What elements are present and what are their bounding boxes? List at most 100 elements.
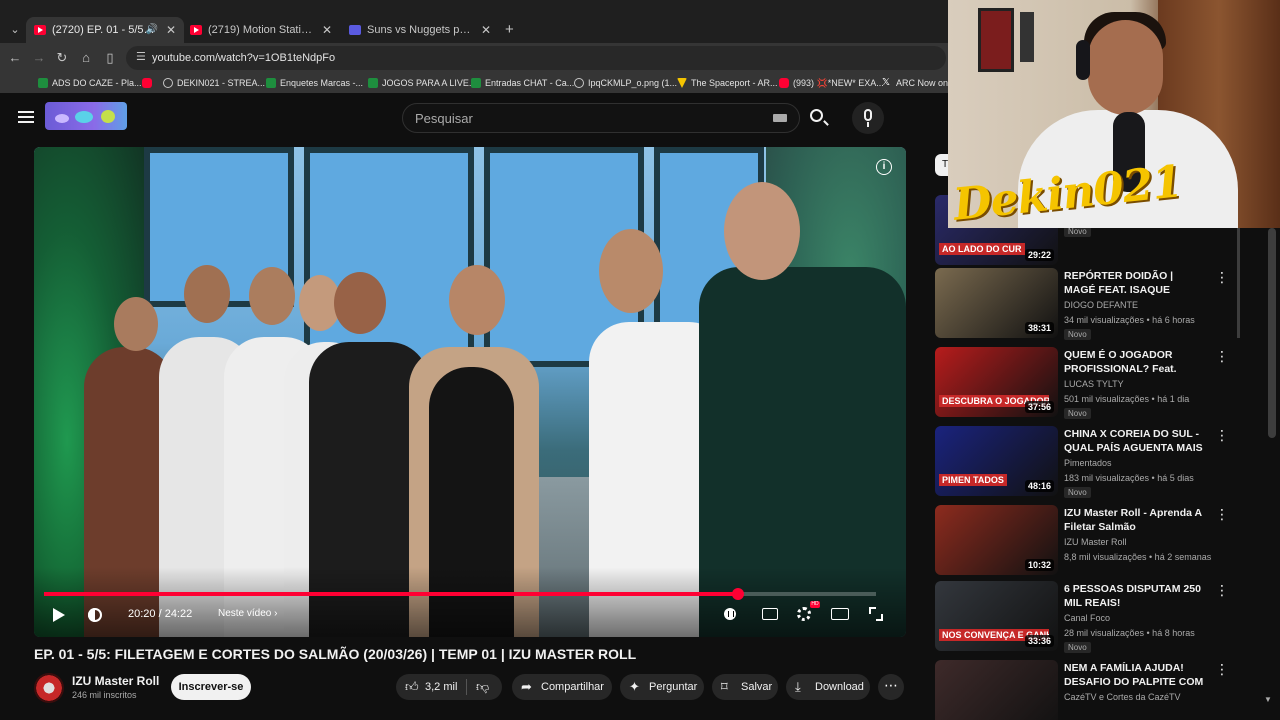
ask-button[interactable]: ✦ Perguntar: [620, 674, 704, 700]
recommendation-item[interactable]: NEM A FAMÍLIA AJUDA! DESAFIO DO PALPITE …: [935, 660, 1235, 720]
recommendation-channel[interactable]: Pimentados: [1064, 458, 1112, 468]
share-button[interactable]: ➦ Compartilhar: [512, 674, 612, 700]
more-options-icon[interactable]: ⋮: [1215, 507, 1229, 521]
video-thumbnail[interactable]: PIMEN TADOS 48:16: [935, 426, 1058, 496]
like-count[interactable]: 3,2 mil: [425, 674, 457, 700]
bookmark-item[interactable]: The Spaceport - AR...: [677, 73, 778, 93]
mute-button[interactable]: [82, 603, 106, 627]
sparkle-icon: ✦: [629, 679, 640, 694]
settings-button[interactable]: HD: [794, 601, 820, 623]
scroll-down-icon[interactable]: ▼: [1264, 695, 1272, 704]
bookmark-item[interactable]: ADS DO CAZE - Pla...: [38, 73, 142, 93]
more-actions-button[interactable]: ⋯: [878, 674, 904, 700]
ask-label: Perguntar: [649, 681, 698, 693]
autoplay-toggle[interactable]: [720, 605, 740, 623]
tab-search-chevron-icon[interactable]: ⌄: [4, 19, 26, 41]
tab-motion-station[interactable]: (2719) Motion Station - YouTube ✕: [182, 17, 340, 43]
head: [249, 267, 295, 325]
recommendation-item[interactable]: PIMEN TADOS 48:16 CHINA X COREIA DO SUL - …: [935, 426, 1235, 498]
play-button[interactable]: [46, 603, 70, 627]
spaceport-icon: [677, 78, 687, 88]
home-icon[interactable]: ⌂: [77, 49, 95, 67]
dislike-icon[interactable]: 👎︎: [476, 674, 489, 700]
info-icon[interactable]: i: [876, 159, 892, 175]
video-thumbnail[interactable]: DESCUBRA O JOGADOR 37:56: [935, 347, 1058, 417]
speaker-icon[interactable]: 🔊: [146, 17, 158, 43]
back-icon[interactable]: ←: [6, 49, 24, 67]
bookmark-item[interactable]: Entradas CHAT - Ca...: [471, 73, 574, 93]
subscribe-button[interactable]: Inscrever-se: [171, 674, 251, 700]
more-options-icon[interactable]: ⋮: [1215, 270, 1229, 284]
menu-icon[interactable]: [18, 111, 34, 123]
play-icon: [53, 608, 65, 622]
gear-icon: [797, 607, 811, 621]
sheets-icon: [368, 78, 378, 88]
recommendation-channel[interactable]: LUCAS TYLTY: [1064, 379, 1124, 389]
channel-avatar[interactable]: [34, 673, 64, 703]
recommendation-item[interactable]: NOS CONVENÇA E GANHE R$25033:366 PESSOAS…: [935, 581, 1235, 653]
close-icon[interactable]: ✕: [481, 17, 491, 43]
like-icon[interactable]: 👍︎: [405, 674, 419, 700]
more-options-icon[interactable]: ⋮: [1215, 428, 1229, 442]
search-button[interactable]: [801, 103, 835, 133]
recommendation-channel[interactable]: Canal Foco: [1064, 613, 1110, 623]
more-options-icon[interactable]: ⋮: [1215, 662, 1229, 676]
save-button[interactable]: ⌑ Salvar: [712, 674, 778, 700]
recommendation-item[interactable]: 10:32 IZU Master Roll - Aprenda A Filetar…: [935, 505, 1235, 577]
recommendation-channel[interactable]: IZU Master Roll: [1064, 537, 1127, 547]
reload-icon[interactable]: ↻: [53, 49, 71, 67]
recommendation-title[interactable]: CHINA X COREIA DO SUL - QUAL PAÍS AGUENT…: [1064, 427, 1204, 455]
bookmark-item[interactable]: DEKIN021 - STREA...: [163, 73, 265, 93]
video-thumbnail[interactable]: [935, 660, 1058, 720]
bookmark-item[interactable]: (993) 💢*NEW* EXA...: [779, 73, 884, 93]
bookmark-item[interactable]: JOGOS PARA A LIVE...: [368, 73, 476, 93]
more-options-icon[interactable]: ⋮: [1215, 349, 1229, 363]
search-input[interactable]: [415, 104, 755, 132]
more-options-icon[interactable]: ⋮: [1215, 583, 1229, 597]
keyboard-icon[interactable]: [773, 114, 787, 122]
channel-label: DIOGO DEFANTE: [1064, 300, 1139, 310]
scrubber-handle[interactable]: [731, 588, 744, 600]
forward-icon[interactable]: →: [30, 49, 48, 67]
close-icon[interactable]: ✕: [322, 17, 332, 43]
theater-mode-button[interactable]: [830, 605, 850, 623]
download-button[interactable]: ⤓ Download: [786, 674, 870, 700]
recommendation-title[interactable]: QUEM É O JOGADOR PROFISSIONAL? Feat. Lug…: [1064, 348, 1204, 376]
youtube-doodle-logo[interactable]: [45, 102, 127, 130]
video-thumbnail[interactable]: 10:32: [935, 505, 1058, 575]
bookmark-item[interactable]: 𝕏 ARC Now on X: [882, 73, 957, 93]
address-bar[interactable]: ☰ youtube.com/watch?v=1OB1teNdpFo: [126, 46, 946, 70]
tab-suns-nuggets[interactable]: Suns vs Nuggets pontuações & ✕: [341, 17, 499, 43]
recommendation-meta: 501 mil visualizações • há 1 dia: [1064, 394, 1190, 404]
close-icon[interactable]: ✕: [166, 17, 176, 43]
voice-search-button[interactable]: [852, 102, 884, 134]
tab-active[interactable]: (2720) EP. 01 - 5/5: FILETAGEM 🔊 ✕: [26, 17, 184, 43]
save-label: Salvar: [741, 681, 773, 693]
subtitles-button[interactable]: [760, 605, 780, 623]
new-tab-icon[interactable]: +: [505, 17, 519, 43]
recommendation-item[interactable]: 38:31 REPÓRTER DOIDÃO | MAGÉ FEAT. ISAQUE…: [935, 268, 1235, 340]
side-panel-icon[interactable]: ▯: [101, 49, 119, 67]
fullscreen-button[interactable]: [866, 605, 886, 623]
recommendation-title[interactable]: NEM A FAMÍLIA AJUDA! DESAFIO DO PALPITE …: [1064, 661, 1204, 689]
recommendation-title[interactable]: REPÓRTER DOIDÃO | MAGÉ FEAT. ISAQUE NEUB…: [1064, 269, 1204, 297]
site-info-icon[interactable]: ☰: [136, 50, 146, 63]
sidebar-scrollbar[interactable]: [1237, 228, 1240, 338]
video-thumbnail[interactable]: 38:31: [935, 268, 1058, 338]
recommendation-title[interactable]: IZU Master Roll - Aprenda A Filetar Salm…: [1064, 506, 1204, 534]
recommendation-channel[interactable]: CazéTV e Cortes da CazéTV: [1064, 692, 1181, 702]
share-label: Compartilhar: [541, 681, 604, 693]
bookmark-item[interactable]: IpqCKMLP_o.png (1...: [574, 73, 677, 93]
recommendation-item[interactable]: DESCUBRA O JOGADOR 37:56 QUEM É O JOGADOR …: [935, 347, 1235, 419]
progress-bar[interactable]: [44, 588, 876, 600]
bookmark-item[interactable]: [142, 73, 156, 93]
page-scrollbar[interactable]: [1268, 228, 1276, 438]
chapters-button[interactable]: Neste vídeo ›: [218, 608, 278, 619]
channel-name[interactable]: IZU Master Roll: [72, 674, 159, 688]
sheets-icon: [38, 78, 48, 88]
recommendation-channel[interactable]: DIOGO DEFANTE: [1064, 300, 1138, 310]
video-thumbnail[interactable]: NOS CONVENÇA E GANHE R$25033:36: [935, 581, 1058, 651]
recommendation-title[interactable]: 6 PESSOAS DISPUTAM 250 MIL REAIS!: [1064, 582, 1204, 610]
video-player[interactable]: i 20:20 / 24:22 Neste vídeo › HD: [34, 147, 906, 637]
bookmark-item[interactable]: Enquetes Marcas -...: [266, 73, 363, 93]
